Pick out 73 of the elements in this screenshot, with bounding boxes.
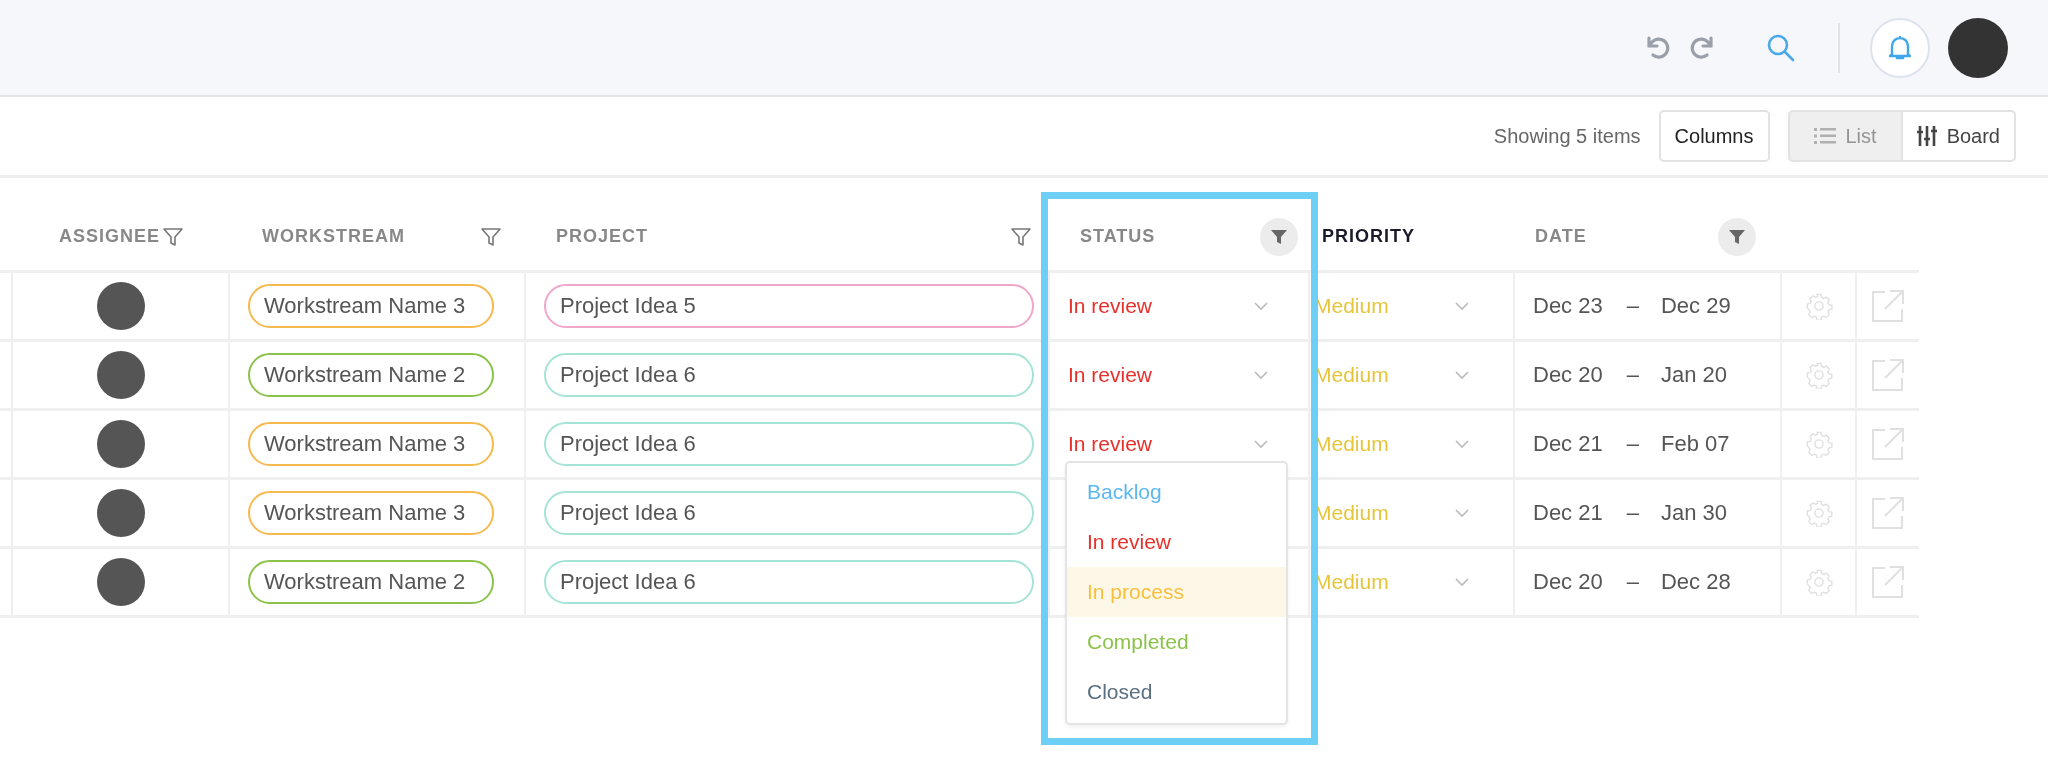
start-date: Dec 20 [1533,569,1603,595]
filter-icon[interactable] [1260,217,1298,256]
filter-icon[interactable] [1718,217,1756,256]
view-toggle[interactable]: Board [1902,110,2016,162]
column-header[interactable]: DATE [1535,226,1587,247]
workstream-tag[interactable]: Workstream Name 2 [248,353,494,397]
chevron-down-icon[interactable] [1455,508,1469,518]
settings-icon[interactable] [1804,430,1833,458]
columns-button[interactable]: Columns [1658,110,1770,162]
status-option[interactable]: Backlog [1067,467,1286,517]
settings-icon[interactable] [1804,361,1833,389]
filter-icon[interactable] [480,225,502,248]
column-header[interactable]: STATUS [1080,226,1156,247]
project-tag[interactable]: Project Idea 6 [544,422,1034,466]
chevron-down-icon[interactable] [1455,577,1469,587]
status-select[interactable]: In review [1068,294,1153,318]
settings-icon[interactable] [1804,499,1833,527]
end-date: Jan 20 [1660,362,1728,388]
project-tag[interactable]: Project Idea 6 [544,491,1034,535]
sliders-icon [1916,125,1937,147]
filter-icon[interactable] [1010,225,1032,248]
external-link-icon[interactable] [1871,565,1905,599]
workstream-tag[interactable]: Workstream Name 3 [248,422,494,466]
settings-icon[interactable] [1804,292,1833,320]
end-date: Jan 30 [1660,500,1728,526]
chevron-down-icon[interactable] [1455,439,1469,449]
end-date: Feb 07 [1660,431,1730,457]
status-option[interactable]: Closed [1067,667,1286,717]
workstream-tag[interactable]: Workstream Name 3 [248,284,494,328]
status-select[interactable]: In review [1068,363,1153,387]
date-dash: – [1625,569,1640,595]
start-date: Dec 21 [1533,431,1603,457]
settings-icon[interactable] [1804,568,1833,596]
workstream-tag[interactable]: Workstream Name 2 [248,560,494,604]
chevron-down-icon[interactable] [1254,301,1268,311]
end-date: Dec 29 [1660,293,1731,319]
chevron-down-icon[interactable] [1254,439,1268,449]
status-select[interactable]: In review [1068,432,1153,456]
project-tag[interactable]: Project Idea 6 [544,353,1034,397]
list-icon [1813,127,1836,145]
start-date: Dec 21 [1533,500,1603,526]
end-date: Dec 28 [1660,569,1731,595]
workstream-tag[interactable]: Workstream Name 3 [248,491,494,535]
external-link-icon[interactable] [1871,289,1905,323]
column-header[interactable]: PRIORITY [1322,226,1415,247]
external-link-icon[interactable] [1871,427,1905,461]
external-link-icon[interactable] [1871,496,1905,530]
status-option[interactable]: In review [1067,517,1286,567]
start-date: Dec 20 [1533,362,1603,388]
start-date: Dec 23 [1533,293,1603,319]
item-count: Showing 5 items [1493,124,1641,148]
avatar [96,489,145,537]
column-header[interactable]: PROJECT [556,226,649,247]
avatar [96,282,145,330]
filter-icon[interactable] [162,225,184,248]
view-toggle[interactable]: List [1787,110,1903,162]
date-dash: – [1625,431,1640,457]
chevron-down-icon[interactable] [1254,370,1268,380]
column-header[interactable]: ASSIGNEE [59,226,161,247]
date-dash: – [1625,500,1640,526]
project-tag[interactable]: Project Idea 5 [544,284,1034,328]
chevron-down-icon[interactable] [1455,301,1469,311]
date-dash: – [1625,362,1640,388]
bell-icon [1887,33,1913,62]
external-link-icon[interactable] [1871,358,1905,392]
date-dash: – [1625,293,1640,319]
project-tag[interactable]: Project Idea 6 [544,560,1034,604]
avatar [96,558,145,606]
search-icon[interactable] [1766,32,1796,63]
avatar [96,351,145,399]
avatar [96,420,145,468]
column-header[interactable]: WORKSTREAM [262,226,405,247]
chevron-down-icon[interactable] [1455,370,1469,380]
